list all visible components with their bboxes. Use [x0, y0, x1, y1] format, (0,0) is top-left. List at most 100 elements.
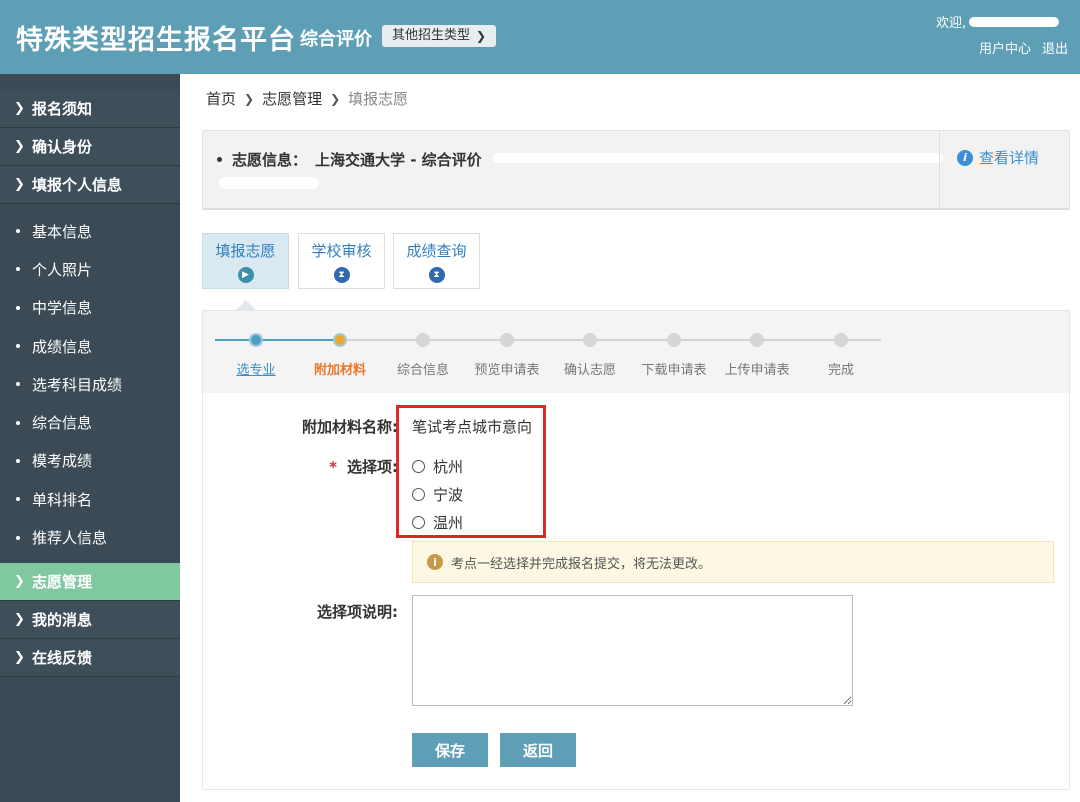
option-label-row: * 选择项: [273, 456, 398, 477]
sidebar-item-registration-notice[interactable]: ❯ 报名须知 [0, 90, 180, 128]
sidebar-subitem-label: 中学信息 [32, 299, 93, 318]
sidebar-subitem-comprehensive-info[interactable]: 综合信息 [0, 403, 180, 441]
sidebar-subitem-label: 选考科目成绩 [32, 375, 123, 394]
application-info-value: 上海交通大学 - 综合评价 [315, 151, 482, 169]
chevron-right-icon: ❯ [14, 101, 25, 116]
step-dot-7 [750, 333, 764, 347]
step-upload-form: 上传申请表 [724, 363, 790, 378]
sidebar-item-label: 填报个人信息 [32, 176, 123, 194]
save-button[interactable]: 保存 [412, 733, 488, 767]
breadcrumb-section[interactable]: 志愿管理 [262, 88, 322, 109]
chevron-right-icon: ❯ [14, 649, 25, 665]
sidebar: ❯ 报名须知 ❯ 确认身份 ❯ 填报个人信息 基本信息 个人照片 中学信息 成绩… [0, 74, 180, 802]
required-mark: * [329, 458, 337, 476]
masked-info [493, 153, 943, 163]
sidebar-subitem-subject-ranking[interactable]: 单科排名 [0, 480, 180, 518]
sidebar-subitem-elective-scores[interactable]: 选考科目成绩 [0, 365, 180, 403]
breadcrumb: 首页 ❯ 志愿管理 ❯ 填报志愿 [206, 88, 408, 109]
sidebar-subitem-label: 基本信息 [32, 222, 93, 241]
chevron-right-icon: ❯ [14, 177, 25, 192]
sidebar-subitem-mock-scores[interactable]: 模考成绩 [0, 442, 180, 480]
bullet-icon [217, 157, 222, 162]
sidebar-subitem-label: 模考成绩 [32, 452, 93, 471]
view-details-label: 查看详情 [979, 149, 1040, 167]
back-button[interactable]: 返回 [500, 733, 576, 767]
tab-school-review[interactable]: 学校审核 ⧗ [298, 233, 385, 289]
chevron-right-icon: ❯ [14, 573, 25, 589]
sidebar-item-application-management[interactable]: ❯ 志愿管理 [0, 562, 180, 601]
sidebar-item-personal-info[interactable]: ❯ 填报个人信息 [0, 166, 180, 204]
step-dot-8 [834, 333, 848, 347]
step-select-major[interactable]: 选专业 [216, 359, 296, 378]
chevron-right-icon: ❯ [14, 139, 25, 154]
sidebar-subitem-basic-info[interactable]: 基本信息 [0, 212, 180, 250]
breadcrumb-current: 填报志愿 [348, 90, 409, 108]
sidebar-subitem-referrer-info[interactable]: 推荐人信息 [0, 518, 180, 556]
sidebar-item-confirm-identity[interactable]: ❯ 确认身份 [0, 128, 180, 166]
step-comprehensive-info: 综合信息 [396, 363, 449, 378]
step-confirm-application: 确认志愿 [563, 363, 616, 378]
sidebar-item-online-feedback[interactable]: ❯ 在线反馈 [0, 638, 180, 677]
user-links: 用户中心 退出 [979, 38, 1068, 57]
step-dot-6 [667, 333, 681, 347]
sidebar-item-label: 志愿管理 [32, 572, 93, 591]
top-header: 特殊类型招生报名平台 综合评价 其他招生类型 ❯ 欢迎, 用户中心 退出 [0, 0, 1080, 74]
tab-label: 填报志愿 [215, 242, 276, 260]
welcome-label: 欢迎, [936, 16, 967, 31]
play-icon: ▶ [237, 267, 254, 283]
sidebar-item-label: 我的消息 [32, 610, 93, 629]
step-dot-5 [583, 333, 597, 347]
divider [939, 131, 940, 209]
sidebar-item-my-messages[interactable]: ❯ 我的消息 [0, 600, 180, 639]
view-details-link[interactable]: i 查看详情 [957, 147, 1039, 168]
bullet-icon [16, 344, 20, 349]
sidebar-subitem-photo[interactable]: 个人照片 [0, 250, 180, 288]
form-panel: 选专业 附加材料 综合信息 预览申请表 确认志愿 下载申请表 上传申请表 完成 … [202, 310, 1070, 790]
tab-label: 学校审核 [311, 242, 372, 260]
tab-fill-application[interactable]: 填报志愿 ▶ [202, 233, 289, 289]
highlight-annotation-box [396, 405, 546, 538]
option-description-textarea[interactable] [412, 595, 853, 706]
warning-notice-text: 考点一经选择并完成报名提交，将无法更改。 [451, 556, 712, 572]
breadcrumb-home[interactable]: 首页 [206, 88, 236, 109]
sidebar-subitem-school-info[interactable]: 中学信息 [0, 289, 180, 327]
logout-link[interactable]: 退出 [1042, 38, 1068, 57]
sidebar-subitem-label: 成绩信息 [32, 337, 93, 356]
warning-notice: i 考点一经选择并完成报名提交，将无法更改。 [412, 541, 1054, 583]
bullet-icon [16, 535, 20, 540]
bullet-icon [16, 420, 20, 425]
sidebar-subitem-scores[interactable]: 成绩信息 [0, 327, 180, 365]
step-connector [215, 339, 345, 341]
step-complete: 完成 [827, 363, 854, 378]
bullet-icon [16, 229, 20, 234]
masked-username [969, 16, 1060, 27]
hourglass-icon: ⧗ [333, 267, 350, 283]
other-admission-type-button[interactable]: 其他招生类型 ❯ [382, 25, 497, 47]
active-tab-caret [236, 300, 256, 310]
other-admission-type-label: 其他招生类型 [392, 28, 471, 43]
user-center-link[interactable]: 用户中心 [979, 38, 1031, 57]
hourglass-icon: ⧗ [428, 267, 445, 283]
sidebar-item-label: 确认身份 [32, 138, 93, 156]
step-dot-2 [333, 333, 347, 347]
warning-info-icon: i [427, 554, 443, 570]
step-dot-1 [249, 333, 263, 347]
sidebar-subitem-label: 单科排名 [32, 490, 93, 509]
brand-title: 特殊类型招生报名平台 [16, 25, 296, 56]
tab-score-query[interactable]: 成绩查询 ⧗ [393, 233, 480, 289]
bullet-icon [16, 497, 20, 502]
tab-label: 成绩查询 [406, 242, 467, 260]
option-description-label: 选择项说明: [317, 603, 398, 621]
welcome-text: 欢迎, [936, 12, 1060, 31]
sidebar-subitems: 基本信息 个人照片 中学信息 成绩信息 选考科目成绩 综合信息 模考成绩 单科排… [0, 204, 180, 563]
step-dot-4 [500, 333, 514, 347]
bullet-icon [16, 382, 20, 387]
sidebar-item-label: 报名须知 [32, 100, 93, 118]
chevron-right-icon: ❯ [14, 611, 25, 627]
bullet-icon [16, 305, 20, 310]
option-label: 选择项: [347, 458, 398, 476]
info-icon: i [957, 149, 973, 166]
step-additional-materials: 附加材料 [313, 363, 366, 378]
bullet-icon [16, 458, 20, 463]
sidebar-subitem-label: 综合信息 [32, 414, 93, 433]
